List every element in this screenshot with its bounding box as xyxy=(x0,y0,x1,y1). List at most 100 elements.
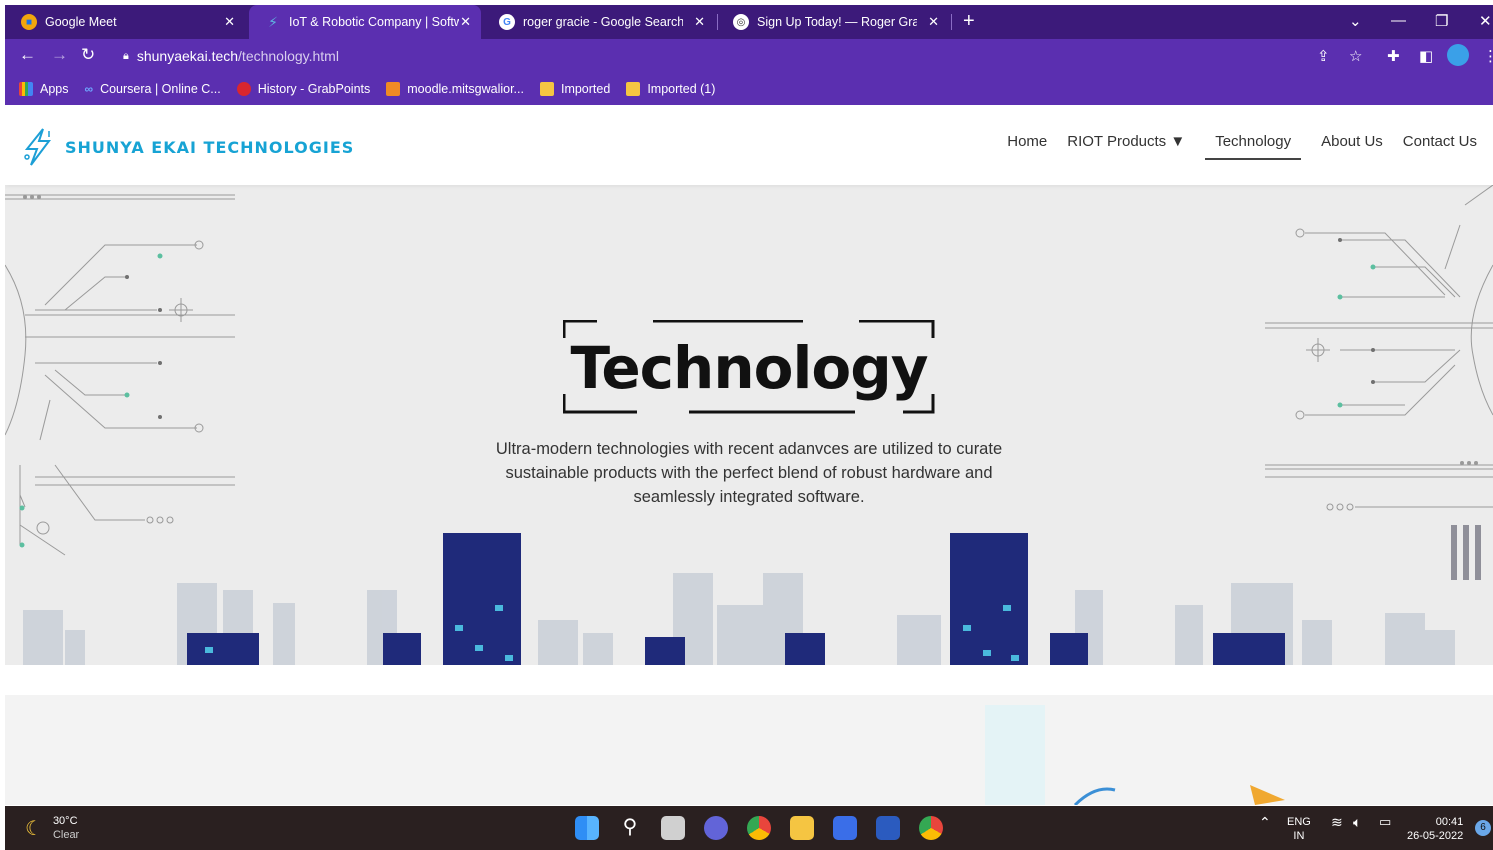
share-icon[interactable]: ⇪ xyxy=(1317,47,1330,65)
tab-google-search[interactable]: G roger gracie - Google Search ✕ xyxy=(483,5,715,39)
chrome-icon[interactable] xyxy=(747,816,771,840)
minimize-icon[interactable]: — xyxy=(1391,12,1406,29)
file-explorer-icon[interactable] xyxy=(790,816,814,840)
site-globe-icon: ◎ xyxy=(733,14,749,30)
folder-icon xyxy=(539,82,554,96)
bookmark-folder-imported[interactable]: Imported xyxy=(539,82,611,96)
profile-avatar[interactable] xyxy=(1447,44,1469,66)
volume-icon[interactable]: 🔈︎ xyxy=(1353,815,1361,829)
bookmark-label: Coursera | Online C... xyxy=(100,82,221,96)
bookmark-folder-imported-1[interactable]: Imported (1) xyxy=(626,82,715,96)
extensions-puzzle-icon[interactable]: ✚ xyxy=(1387,47,1400,65)
lock-icon: 🔒︎ xyxy=(123,49,129,62)
tab-iot-robotic[interactable]: ⚡ IoT & Robotic Company | Software ✕ xyxy=(249,5,481,39)
bookmark-label: Imported xyxy=(560,82,611,96)
page-title: Technology xyxy=(570,334,928,402)
close-tab-icon[interactable]: ✕ xyxy=(460,14,471,30)
clock-time: 00:41 xyxy=(1435,816,1464,828)
language-indicator[interactable]: ENG IN xyxy=(1287,815,1311,843)
logo-text: SHUNYA EKAI TECHNOLOGIES xyxy=(65,137,355,157)
weather-temp: 30°C xyxy=(52,815,78,827)
google-g-icon: G xyxy=(499,14,515,30)
wifi-icon[interactable]: ≋ xyxy=(1331,815,1343,829)
battery-icon[interactable]: ▭ xyxy=(1379,815,1391,829)
bookmark-label: History - GrabPoints xyxy=(257,82,371,96)
close-tab-icon[interactable]: ✕ xyxy=(928,14,939,30)
web-page: SHUNYA EKAI TECHNOLOGIES Home RIOT Produ… xyxy=(5,105,1493,805)
task-view-icon[interactable] xyxy=(661,816,685,840)
url-host: shunyaekai.tech xyxy=(136,48,239,64)
back-arrow-icon[interactable]: ← xyxy=(19,45,36,65)
site-header: SHUNYA EKAI TECHNOLOGIES Home RIOT Produ… xyxy=(5,105,1493,185)
lang-code: ENG xyxy=(1287,816,1311,828)
bookmark-label: moodle.mitsgwalior... xyxy=(407,82,524,96)
nav-technology[interactable]: Technology xyxy=(1205,133,1302,160)
tab-title: IoT & Robotic Company | Software xyxy=(289,15,459,29)
moon-icon: ☾ xyxy=(25,817,43,840)
section-illustration xyxy=(985,705,1285,805)
start-windows-icon[interactable] xyxy=(575,816,599,840)
os-taskbar: ☾ 30°C Clear ⚲ ⌃ ENG IN ≋ 🔈︎ ▭ 00:41 26-… xyxy=(5,806,1493,850)
folder-icon xyxy=(626,82,641,96)
apps-grid-icon xyxy=(19,82,33,96)
hero-title-frame: Technology xyxy=(563,320,935,414)
show-hidden-icons-chevron-icon[interactable]: ⌃ xyxy=(1259,815,1271,829)
forward-arrow-icon[interactable]: → xyxy=(51,45,68,65)
word-icon[interactable] xyxy=(876,816,900,840)
tab-strip: ■ Google Meet ✕ ⚡ IoT & Robotic Company … xyxy=(5,5,1493,39)
tab-search-chevron-icon[interactable]: ⌄ xyxy=(1349,12,1362,30)
clock[interactable]: 00:41 26-05-2022 xyxy=(1407,815,1463,843)
bookmark-label: Apps xyxy=(40,82,69,96)
tab-google-meet[interactable]: ■ Google Meet ✕ xyxy=(5,5,245,39)
bookmark-apps[interactable]: Apps xyxy=(19,82,69,96)
bookmark-coursera[interactable]: ∞ Coursera | Online C... xyxy=(85,82,221,96)
close-tab-icon[interactable]: ✕ xyxy=(694,14,705,30)
weather-widget[interactable]: ☾ 30°C Clear xyxy=(25,814,79,842)
bolt-logo-icon xyxy=(24,128,51,166)
clock-date: 26-05-2022 xyxy=(1407,830,1464,842)
tab-divider xyxy=(951,14,952,30)
tab-title: Sign Up Today! — Roger Gracie I xyxy=(757,15,917,29)
grabpoints-icon xyxy=(236,82,251,96)
new-tab-plus-icon[interactable]: + xyxy=(963,10,975,33)
chrome-profile-icon[interactable] xyxy=(919,816,943,840)
screen: ■ Google Meet ✕ ⚡ IoT & Robotic Company … xyxy=(0,0,1493,850)
tab-sign-up[interactable]: ◎ Sign Up Today! — Roger Gracie I ✕ xyxy=(717,5,949,39)
side-panel-icon[interactable]: ◧ xyxy=(1419,47,1433,65)
notification-badge[interactable]: 6 xyxy=(1475,820,1491,836)
coursera-icon: ∞ xyxy=(84,82,94,96)
weather-condition: Clear xyxy=(52,829,80,841)
next-section xyxy=(5,695,1493,805)
bookmark-grabpoints[interactable]: History - GrabPoints xyxy=(236,82,371,96)
browser-toolbar: ← → ↻ 🔒︎ shunyaekai.tech/technology.html… xyxy=(5,39,1493,73)
tab-title: Google Meet xyxy=(45,15,117,29)
close-tab-icon[interactable]: ✕ xyxy=(224,14,235,30)
address-bar[interactable]: 🔒︎ shunyaekai.tech/technology.html xyxy=(113,43,1373,69)
url-path: /technology.html xyxy=(238,48,339,64)
google-meet-icon: ■ xyxy=(21,14,37,30)
nav-home[interactable]: Home xyxy=(1007,133,1047,160)
nav-contact-us[interactable]: Contact Us xyxy=(1403,133,1477,160)
site-logo[interactable]: SHUNYA EKAI TECHNOLOGIES xyxy=(21,127,354,167)
store-icon[interactable] xyxy=(833,816,857,840)
restore-icon[interactable]: ❐ xyxy=(1435,12,1448,30)
bookmark-label: Imported (1) xyxy=(647,82,716,96)
nav-about-us[interactable]: About Us xyxy=(1321,133,1383,160)
moodle-icon xyxy=(386,82,401,96)
bookmarks-bar: Apps ∞ Coursera | Online C... History - … xyxy=(5,73,1493,105)
circuit-skyline-illustration xyxy=(5,185,1493,665)
reload-icon[interactable]: ↻ xyxy=(81,45,95,65)
tab-title: roger gracie - Google Search xyxy=(523,15,683,29)
hero-banner: Technology Ultra-modern technologies wit… xyxy=(5,185,1493,665)
main-nav: Home RIOT Products ▼ Technology About Us… xyxy=(1007,133,1477,160)
bolt-logo-icon: ⚡ xyxy=(268,13,278,30)
hero-subtitle: Ultra-modern technologies with recent ad… xyxy=(495,440,1003,506)
search-icon[interactable]: ⚲ xyxy=(618,816,642,840)
bookmark-star-icon[interactable]: ☆ xyxy=(1349,47,1362,65)
close-window-icon[interactable]: ✕ xyxy=(1479,12,1492,30)
bookmark-moodle[interactable]: moodle.mitsgwalior... xyxy=(386,82,524,96)
nav-riot-products[interactable]: RIOT Products ▼ xyxy=(1067,133,1185,160)
teams-chat-icon[interactable] xyxy=(704,816,728,840)
lang-region: IN xyxy=(1293,830,1305,842)
menu-kebab-icon[interactable]: ⋮ xyxy=(1483,47,1493,65)
